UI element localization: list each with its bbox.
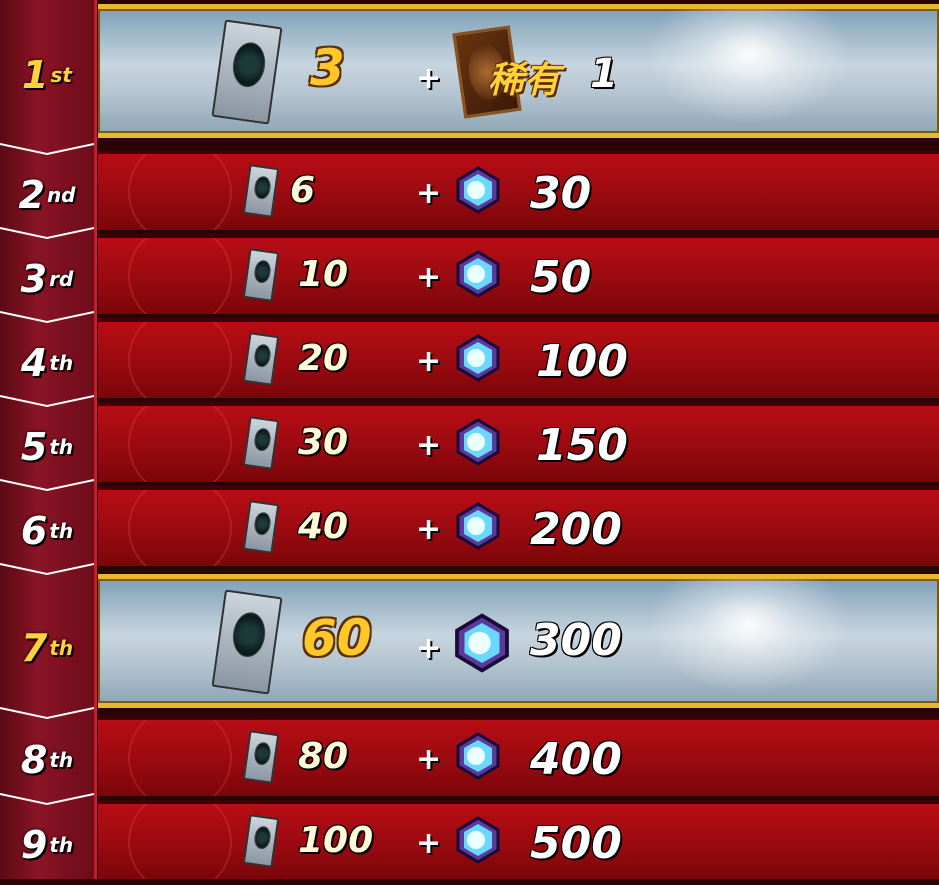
rare-count: 1 [590, 51, 618, 97]
plus-sign: + [416, 631, 442, 666]
gem-count: 50 [530, 252, 592, 303]
pack-count: 60 [302, 609, 372, 667]
gem-icon [454, 334, 502, 382]
plus-sign: + [416, 260, 442, 295]
gem-count: 30 [530, 168, 592, 219]
card-pack-icon [242, 164, 280, 218]
card-pack-icon [211, 589, 283, 695]
reward-row-6: 40 + 200 [98, 486, 939, 566]
card-pack-icon [242, 248, 280, 302]
card-pack-icon [242, 416, 280, 470]
rank-divider [0, 226, 94, 240]
card-pack-icon [242, 332, 280, 386]
rank-label-4: 4th [20, 341, 74, 385]
gem-count: 100 [536, 336, 628, 387]
reward-row-7: 60 + 300 [98, 574, 939, 708]
rank-divider [0, 142, 94, 156]
pack-count: 80 [298, 736, 349, 777]
gem-icon [454, 816, 502, 864]
pack-count: 6 [290, 170, 316, 211]
rank-label-7: 7th [20, 625, 74, 670]
rank-label-1: 1st [22, 53, 72, 97]
reward-row-9: 100 + 500 [98, 800, 939, 879]
pack-count: 100 [298, 820, 374, 861]
bg-circle-decoration [128, 490, 232, 566]
pack-count: 30 [298, 422, 349, 463]
bg-circle-decoration [128, 238, 232, 314]
bg-circle-decoration [128, 322, 232, 398]
pack-count: 20 [298, 338, 349, 379]
reward-row-4: 20 + 100 [98, 318, 939, 398]
rank-divider [0, 562, 94, 576]
pack-count: 10 [298, 254, 349, 295]
card-pack-icon [242, 500, 280, 554]
bg-circle-decoration [128, 720, 232, 796]
card-pack-icon [211, 19, 283, 125]
rank-label-6: 6th [20, 509, 74, 553]
rank-label-8: 8th [20, 738, 74, 782]
bg-circle-decoration [128, 406, 232, 482]
plus-sign: + [416, 176, 442, 211]
reward-row-1: 3 + 稀有 1 [98, 4, 939, 138]
gem-count: 150 [536, 420, 628, 471]
gem-icon [454, 166, 502, 214]
rank-label-5: 5th [20, 425, 74, 469]
reward-pack-group [211, 19, 283, 125]
gem-count: 200 [530, 504, 622, 555]
sparkle-decoration [639, 579, 859, 699]
pack-count: 40 [298, 506, 349, 547]
plus-sign: + [416, 742, 442, 777]
rank-divider [0, 394, 94, 408]
gem-count: 400 [530, 734, 622, 785]
rank-label-3: 3rd [20, 257, 74, 301]
rank-label-9: 9th [20, 823, 74, 867]
plus-sign: + [416, 344, 442, 379]
plus-sign: + [416, 512, 442, 547]
plus-sign: + [416, 826, 442, 861]
rank-divider [0, 310, 94, 324]
plus-sign: + [416, 428, 442, 463]
gem-icon [454, 732, 502, 780]
gem-count: 300 [530, 615, 622, 666]
reward-row-5: 30 + 150 [98, 402, 939, 482]
rank-divider [0, 478, 94, 492]
reward-row-2: 6 + 30 [98, 150, 939, 230]
card-pack-icon [242, 814, 280, 868]
rank-divider [0, 792, 94, 806]
reward-row-8: 80 + 400 [98, 716, 939, 796]
rank-column: 1st 2nd 3rd 4th 5th 6th 7th 8th 9 th [0, 0, 97, 879]
ranking-rewards-table: 1st 2nd 3rd 4th 5th 6th 7th 8th 9 th 3 +… [0, 0, 939, 879]
rank-label-2: 2nd [18, 173, 76, 217]
gem-count: 500 [530, 818, 622, 869]
bg-circle-decoration [128, 804, 232, 879]
gem-icon [454, 418, 502, 466]
card-pack-icon [242, 730, 280, 784]
gem-icon [452, 613, 512, 673]
reward-row-3: 10 + 50 [98, 234, 939, 314]
rank-divider [0, 706, 94, 720]
gem-icon [454, 502, 502, 550]
plus-sign: + [416, 61, 442, 96]
sparkle-decoration [639, 9, 859, 129]
gem-icon [454, 250, 502, 298]
rare-label: 稀有 [488, 60, 561, 101]
bg-circle-decoration [128, 154, 232, 230]
pack-count: 3 [310, 39, 345, 97]
